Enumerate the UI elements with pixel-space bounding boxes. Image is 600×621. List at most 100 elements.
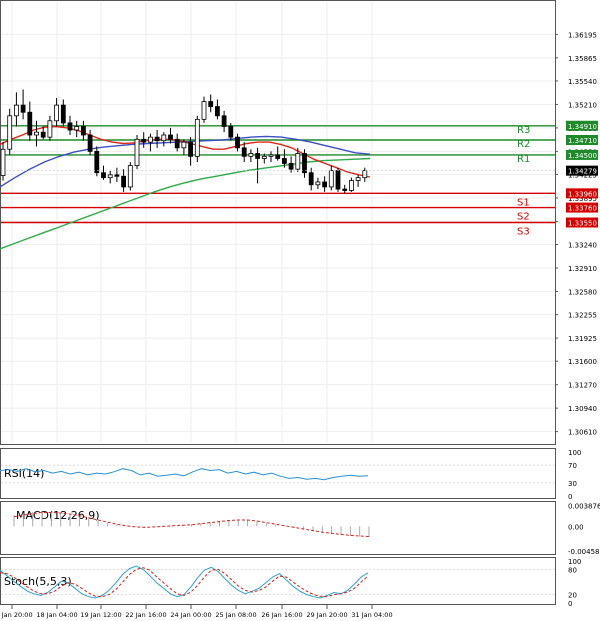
level-price-label-s1: 1.33960 xyxy=(568,190,597,198)
price-tick-label: 1.36195 xyxy=(568,31,597,39)
candle-bear xyxy=(241,147,247,157)
time-tick-label: 24 Jan 00:00 xyxy=(170,611,211,619)
candle-bull xyxy=(355,177,361,181)
candle-bull xyxy=(268,154,274,157)
candle-bear xyxy=(302,153,307,174)
candle-bear xyxy=(322,181,328,188)
time-tick-label: 22 Jan 16:00 xyxy=(125,611,166,619)
candle-bear xyxy=(94,150,100,174)
candle-bear xyxy=(121,175,126,188)
candle-bear xyxy=(40,131,46,138)
candle-bear xyxy=(27,111,33,136)
current-price-label: 1.34279 xyxy=(568,168,597,176)
level-price-label-s3: 1.33550 xyxy=(568,220,597,228)
price-tick-label: 1.31600 xyxy=(568,358,597,366)
level-price-label-r1: 1.34500 xyxy=(568,152,597,160)
price-tick-label: 1.35865 xyxy=(568,55,597,63)
candle-bull xyxy=(362,170,368,179)
price-tick-label: 1.31270 xyxy=(568,382,597,390)
candle-bear xyxy=(168,134,173,140)
candle-bull xyxy=(54,104,59,122)
candle-bear xyxy=(101,172,106,179)
candle-bear xyxy=(114,174,120,177)
candle-bear xyxy=(20,104,26,113)
candle-bull xyxy=(13,104,19,117)
level-price-label-s2: 1.33760 xyxy=(568,205,597,213)
candle-bull xyxy=(127,165,133,188)
candle-bull xyxy=(74,126,80,131)
price-tick-label: 1.32910 xyxy=(568,265,597,273)
candle-bear xyxy=(141,138,147,143)
candle-bull xyxy=(328,170,334,188)
macd-tick-label: 0.00 xyxy=(568,523,584,531)
candle-bull xyxy=(134,138,140,166)
forex-chart: 1.361951.358651.355401.352101.348801.345… xyxy=(0,0,600,621)
price-tick-label: 1.35540 xyxy=(568,78,597,86)
candle-bull xyxy=(47,120,53,138)
candle-bear xyxy=(60,104,66,124)
level-name-s1: S1 xyxy=(517,197,530,208)
macd-tick-label: -0.004583 xyxy=(568,548,600,556)
candle-bull xyxy=(295,153,301,170)
time-tick-label: 31 Jan 04:00 xyxy=(351,611,392,619)
level-price-label-r3: 1.34910 xyxy=(568,123,597,131)
candle-bull xyxy=(107,174,113,179)
candle-bear xyxy=(208,101,214,107)
candle-bear xyxy=(308,172,314,186)
stoch-tick-label: 100 xyxy=(568,558,581,566)
candle-bear xyxy=(288,163,294,170)
candle-bear xyxy=(228,126,234,138)
candle-bear xyxy=(281,158,287,164)
price-tick-label: 1.31925 xyxy=(568,335,597,343)
time-tick-label: 19 Jan 12:00 xyxy=(80,611,121,619)
candle-bear xyxy=(188,141,194,157)
rsi-tick-label: 30 xyxy=(568,480,577,488)
candle-bull xyxy=(181,141,187,149)
level-name-r3: R3 xyxy=(517,125,530,136)
level-price-label-r2: 1.34710 xyxy=(568,137,597,145)
candle-bull xyxy=(348,180,354,191)
candle-bear xyxy=(275,154,281,159)
candle-bull xyxy=(147,136,153,143)
candle-bull xyxy=(34,131,39,136)
stoch-tick-label: 20 xyxy=(568,592,577,600)
candle-bear xyxy=(154,136,160,142)
candle-bull xyxy=(248,153,254,157)
candle-bear xyxy=(81,126,86,136)
chart-background xyxy=(0,0,600,621)
time-tick-label: 18 Jan 04:00 xyxy=(36,611,77,619)
candle-bear xyxy=(67,122,73,131)
candle-bear xyxy=(342,188,348,191)
candle-bull xyxy=(261,155,267,159)
time-tick-label: 29 Jan 20:00 xyxy=(306,611,347,619)
candle-bear xyxy=(174,138,180,149)
macd-title: MACD(12,26,9) xyxy=(16,509,100,522)
rsi-tick-label: 70 xyxy=(568,462,577,470)
candle-bull xyxy=(7,115,13,150)
price-tick-label: 1.30610 xyxy=(568,429,597,437)
level-name-r1: R1 xyxy=(517,154,530,165)
rsi-tick-label: 100 xyxy=(568,449,581,457)
rsi-tick-label: 0 xyxy=(568,493,572,501)
candle-bull xyxy=(194,118,200,157)
price-tick-label: 1.32255 xyxy=(568,312,597,320)
candle-bull xyxy=(201,101,207,120)
stoch-tick-label: 0 xyxy=(568,600,572,608)
price-tick-label: 1.30940 xyxy=(568,405,597,413)
time-tick-label: 17 Jan 20:00 xyxy=(0,611,33,619)
candle-bear xyxy=(87,134,93,152)
candle-bear xyxy=(221,115,227,127)
time-tick-label: 25 Jan 08:00 xyxy=(215,611,256,619)
level-name-r2: R2 xyxy=(517,139,530,150)
candle-bear xyxy=(255,153,261,159)
candle-bull xyxy=(0,148,6,176)
candle-bear xyxy=(335,170,341,190)
macd-tick-label: 0.003876 xyxy=(568,503,600,511)
level-name-s3: S3 xyxy=(517,227,530,238)
time-tick-label: 26 Jan 16:00 xyxy=(261,611,302,619)
stoch-tick-label: 80 xyxy=(568,566,577,574)
candle-bull xyxy=(161,134,167,142)
candle-bear xyxy=(235,136,240,149)
level-name-s2: S2 xyxy=(517,212,530,223)
candle-bull xyxy=(315,181,321,186)
